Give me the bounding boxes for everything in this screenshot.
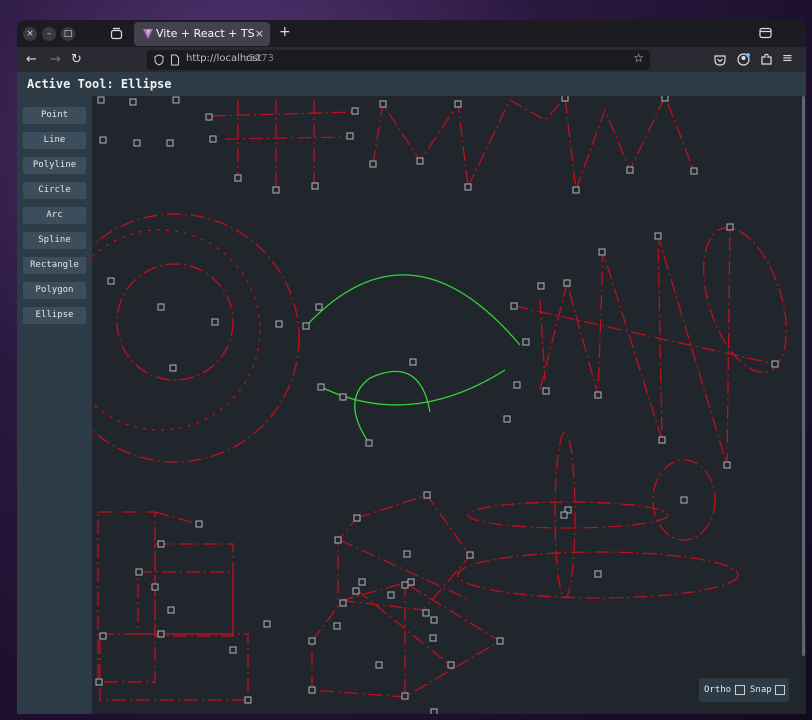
tool-spline-button[interactable]: Spline	[23, 232, 86, 249]
drawing-canvas[interactable]	[92, 96, 806, 714]
close-window-icon[interactable]: ×	[23, 27, 37, 41]
back-icon[interactable]: ←	[26, 52, 37, 67]
extensions-icon[interactable]	[760, 53, 773, 66]
minimize-window-icon[interactable]: –	[42, 27, 56, 41]
tool-arc-button[interactable]: Arc	[23, 207, 86, 224]
tab-active[interactable]: Vite + React + TS ×	[134, 22, 270, 46]
canvas-scrollbar[interactable]	[802, 96, 805, 656]
red-shapes	[92, 96, 787, 701]
snap-checkbox[interactable]	[775, 685, 785, 695]
account-icon[interactable]	[737, 53, 750, 66]
tab-title: Vite + React + TS	[156, 27, 255, 40]
ortho-checkbox[interactable]	[735, 685, 745, 695]
tab-close-icon[interactable]: ×	[255, 22, 264, 46]
tool-ellipse-button[interactable]: Ellipse	[23, 307, 86, 324]
tool-sidebar: Point Line Polyline Circle Arc Spline Re…	[17, 96, 92, 714]
list-all-tabs-icon[interactable]	[759, 27, 772, 39]
tool-point-button[interactable]: Point	[23, 107, 86, 124]
active-tool-label: Active Tool: Ellipse	[27, 77, 172, 91]
snap-label: Snap	[750, 685, 772, 695]
new-tab-icon[interactable]: +	[279, 25, 291, 40]
browser-window: × – □ Vite + React + TS × + ← → ↻ http:/…	[17, 20, 806, 714]
tab-bar: × – □ Vite + React + TS × +	[17, 20, 806, 47]
cad-app: Active Tool: Ellipse Point Line Polyline…	[17, 72, 806, 714]
options-panel: Ortho Snap	[699, 678, 789, 702]
shield-icon[interactable]	[154, 54, 164, 66]
forward-icon[interactable]: →	[50, 52, 61, 67]
pocket-icon[interactable]	[714, 54, 726, 66]
navigation-toolbar: ← → ↻ http://localhost :5173 ☆ ≡	[17, 47, 806, 72]
reload-icon[interactable]: ↻	[71, 52, 82, 67]
tool-line-button[interactable]: Line	[23, 132, 86, 149]
bookmark-star-icon[interactable]: ☆	[633, 51, 644, 65]
tool-polygon-button[interactable]: Polygon	[23, 282, 86, 299]
tool-polyline-button[interactable]: Polyline	[23, 157, 86, 174]
page-info-icon[interactable]	[170, 54, 180, 66]
menu-icon[interactable]: ≡	[782, 51, 793, 66]
maximize-window-icon[interactable]: □	[61, 27, 75, 41]
tool-circle-button[interactable]: Circle	[23, 182, 86, 199]
point-handles	[95, 96, 779, 714]
tab-groups-icon[interactable]	[110, 27, 123, 40]
app-header: Active Tool: Ellipse	[17, 72, 806, 96]
vite-logo-icon	[143, 29, 153, 39]
url-bar[interactable]: http://localhost :5173 ☆	[147, 50, 650, 70]
tool-rectangle-button[interactable]: Rectangle	[23, 257, 86, 274]
url-port: :5173	[245, 53, 274, 64]
ortho-label: Ortho	[704, 685, 732, 695]
